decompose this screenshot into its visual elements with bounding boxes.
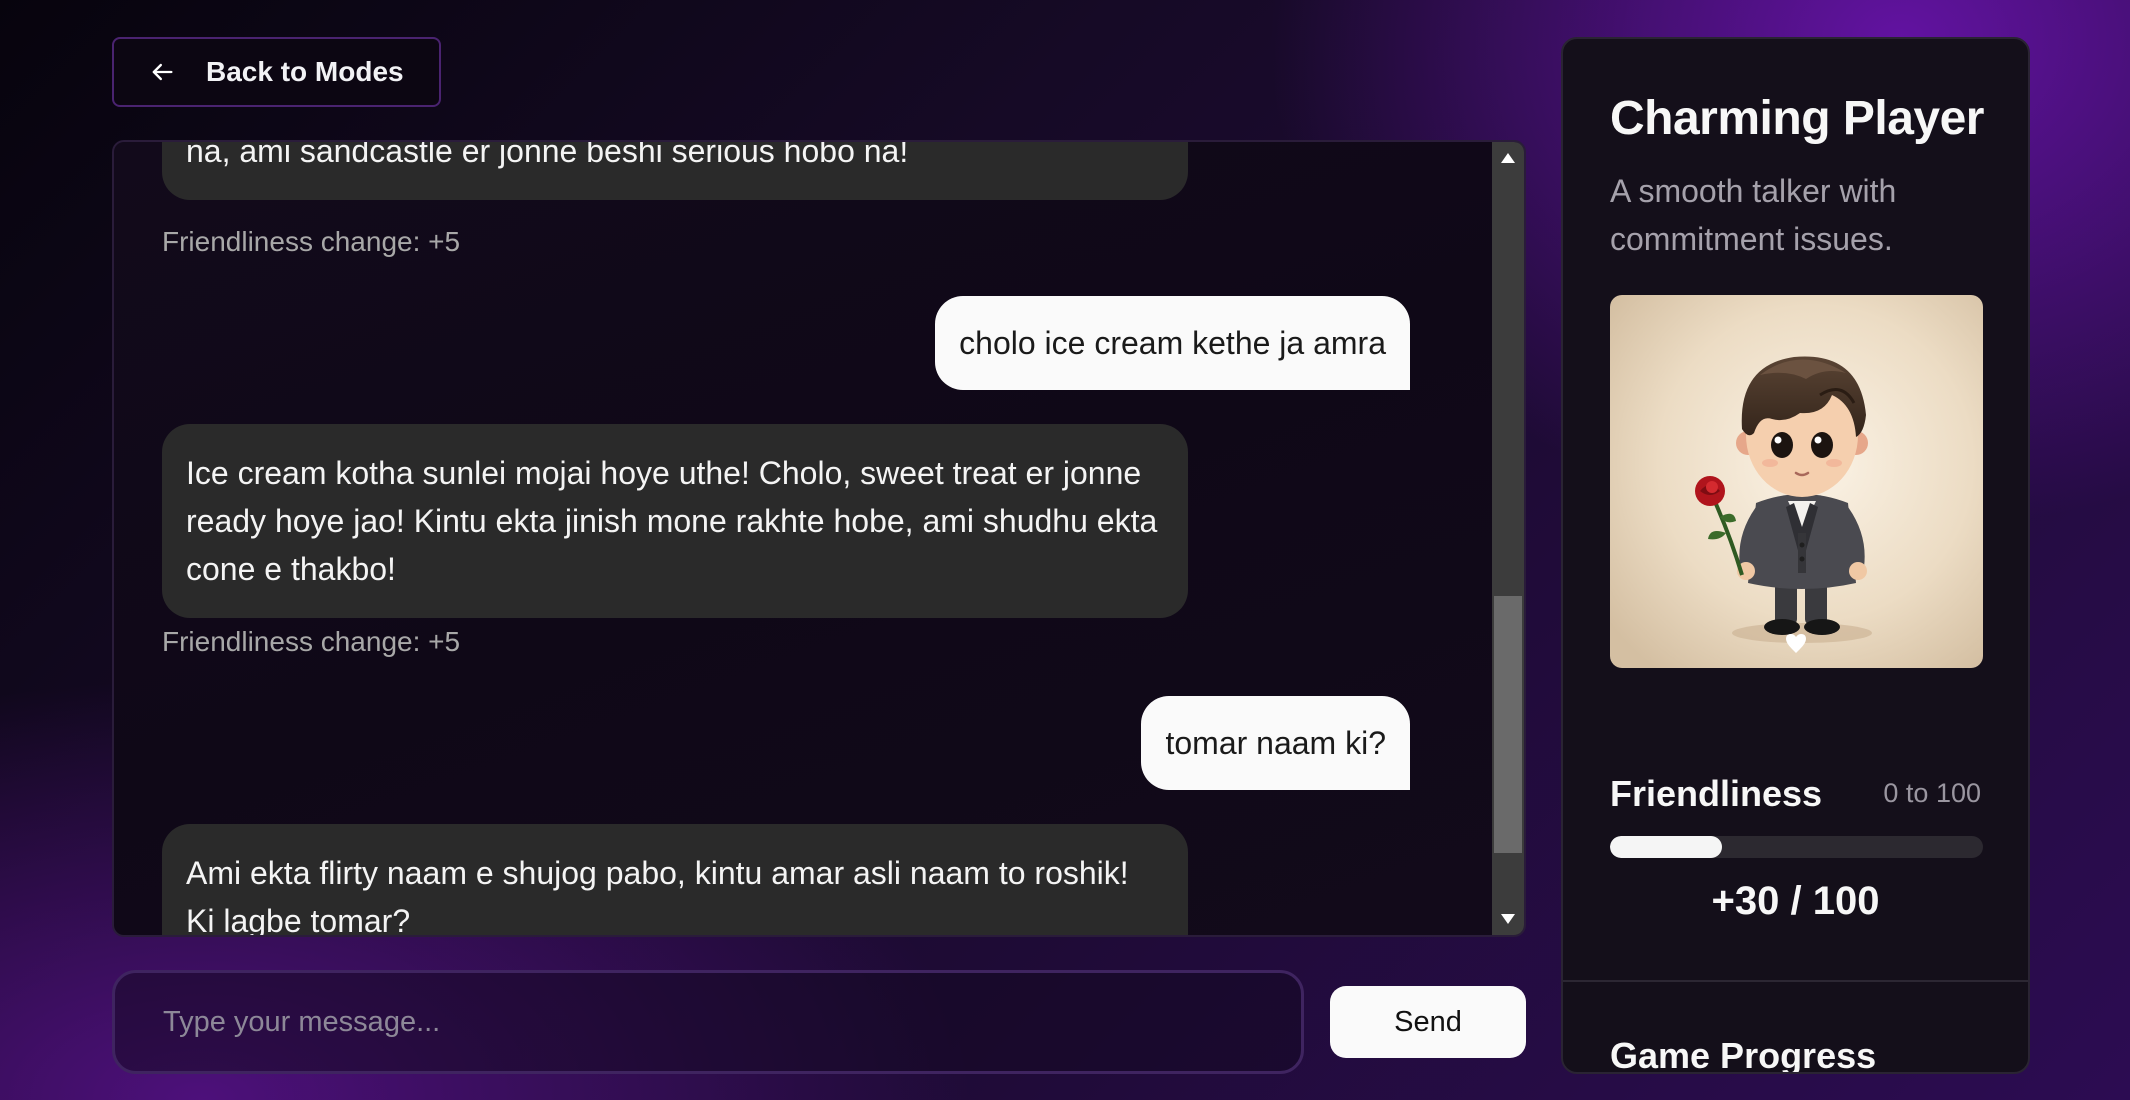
friendliness-progress-bar <box>1610 836 1983 858</box>
message-list: na, ami sandcastle er jonne beshi seriou… <box>114 142 1494 935</box>
game-progress-title: Game Progress <box>1610 1035 1877 1074</box>
friendliness-label: Friendliness <box>1610 773 1823 814</box>
user-message: cholo ice cream kethe ja amra <box>935 296 1410 390</box>
scroll-down-arrow-icon[interactable] <box>1492 903 1524 935</box>
send-button[interactable]: Send <box>1330 986 1526 1058</box>
message-input[interactable] <box>163 1005 1301 1039</box>
panel-divider <box>1563 980 2028 982</box>
character-avatar <box>1610 295 1983 668</box>
chat-window[interactable]: na, ami sandcastle er jonne beshi seriou… <box>112 140 1526 937</box>
friendliness-range: 0 to 100 <box>1883 778 1981 808</box>
scrollbar-thumb[interactable] <box>1494 596 1522 853</box>
friendliness-progress-fill <box>1610 836 1722 858</box>
back-to-modes-button[interactable]: Back to Modes <box>112 37 441 107</box>
friendliness-change-note: Friendliness change: +5 <box>162 226 461 257</box>
character-name: Charming Player <box>1610 92 1984 145</box>
character-description: A smooth talker with commitment issues. <box>1610 173 1897 257</box>
scroll-up-arrow-icon[interactable] <box>1492 142 1524 174</box>
friendliness-score: +30 / 100 <box>1711 879 1880 923</box>
arrow-left-icon <box>148 58 176 86</box>
back-to-modes-label: Back to Modes <box>206 56 404 87</box>
friendliness-change-note: Friendliness change: +5 <box>162 626 461 657</box>
bot-message: na, ami sandcastle er jonne beshi seriou… <box>162 142 1188 200</box>
bot-message: Ice cream kotha sunlei mojai hoye uthe! … <box>162 424 1188 618</box>
character-panel: Charming Player A smooth talker with com… <box>1561 37 2030 1074</box>
user-message: tomar naam ki? <box>1141 696 1410 790</box>
bot-message: Ami ekta flirty naam e shujog pabo, kint… <box>162 824 1188 935</box>
chat-scrollbar[interactable] <box>1492 142 1524 935</box>
message-input-wrapper <box>112 970 1304 1074</box>
